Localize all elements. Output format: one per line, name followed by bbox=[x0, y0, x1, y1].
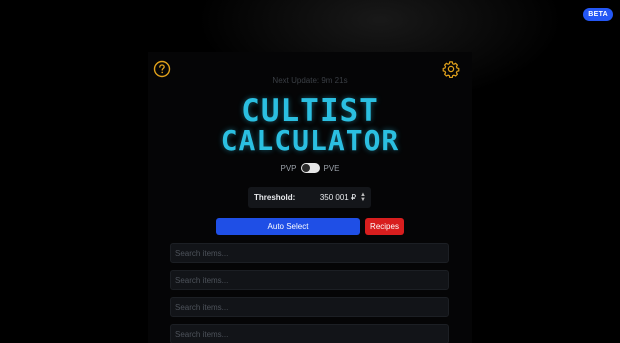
threshold-stepper[interactable]: ▲ ▼ bbox=[360, 192, 366, 203]
mode-toggle-switch[interactable] bbox=[300, 163, 320, 173]
search-input-1[interactable] bbox=[170, 243, 449, 263]
next-update-timer: Next Update: 9m 21s bbox=[272, 76, 348, 85]
app-page: BETA Next Update: 9m 21s CULTIST CALCULA… bbox=[0, 0, 620, 343]
stepper-down-icon[interactable]: ▼ bbox=[360, 197, 366, 203]
beta-badge: BETA bbox=[583, 8, 613, 21]
threshold-field[interactable]: Threshold: 350 001 ₽ ▲ ▼ bbox=[248, 187, 371, 208]
app-logo: CULTIST CALCULATOR bbox=[212, 96, 408, 156]
auto-select-button[interactable]: Auto Select bbox=[216, 218, 360, 235]
search-input-2[interactable] bbox=[170, 270, 449, 290]
logo-line-2: CALCULATOR bbox=[220, 124, 400, 157]
pvp-label: PVP bbox=[280, 163, 297, 173]
mode-toggle-row: PVP PVE bbox=[0, 163, 620, 173]
recipes-button[interactable]: Recipes bbox=[365, 218, 404, 235]
search-input-3[interactable] bbox=[170, 297, 449, 317]
pve-label: PVE bbox=[323, 163, 340, 173]
search-input-4[interactable] bbox=[170, 324, 449, 343]
logo-line-1: CULTIST bbox=[241, 93, 379, 129]
threshold-label: Threshold: bbox=[254, 193, 296, 202]
threshold-value[interactable]: 350 001 ₽ bbox=[320, 193, 356, 202]
toggle-knob bbox=[301, 164, 310, 172]
